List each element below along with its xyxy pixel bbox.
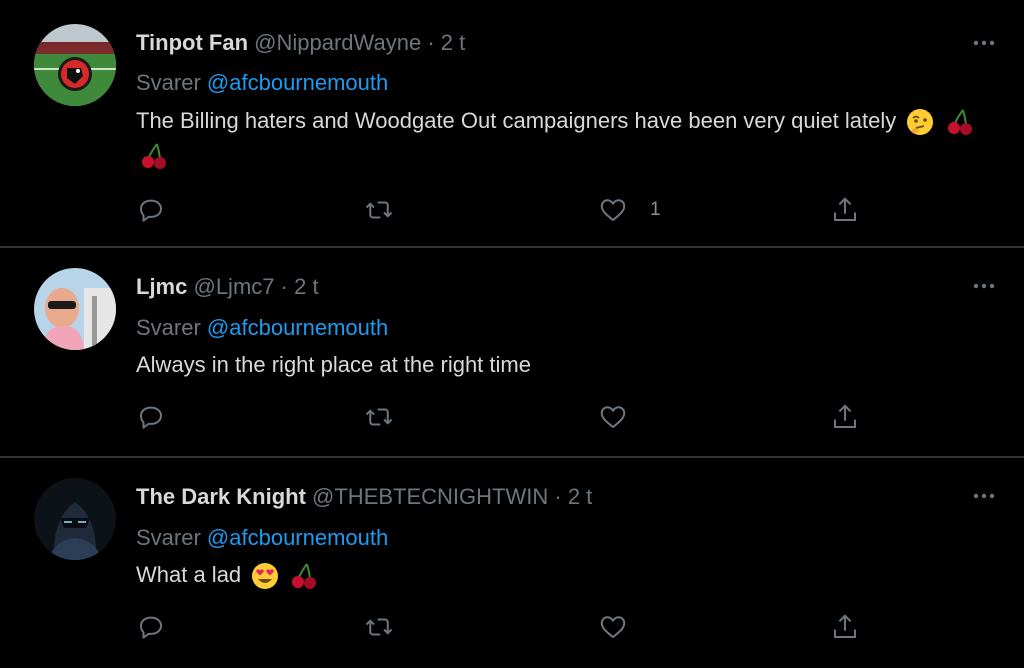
share-icon [834, 197, 856, 221]
display-name[interactable]: Ljmc [136, 274, 187, 299]
thinking-face-emoji [907, 109, 934, 136]
reply-feed: Tinpot Fan @NippardWayne · 2 t Svarer @a… [0, 0, 1024, 668]
cherries-emoji [142, 143, 166, 170]
heart-eyes-emoji [252, 563, 279, 590]
display-name[interactable]: Tinpot Fan [136, 30, 248, 55]
mention-link[interactable]: @afcbournemouth [207, 315, 388, 340]
tweet-text-content: The Billing haters and Woodgate Out camp… [136, 108, 897, 133]
share-button[interactable] [830, 195, 860, 225]
retweet-button[interactable] [364, 402, 394, 432]
like-button[interactable] [598, 612, 628, 642]
reply-button[interactable] [136, 195, 166, 225]
replying-to-label: Svarer [136, 70, 201, 95]
retweet-icon [365, 201, 393, 219]
retweet-button[interactable] [364, 612, 394, 642]
like-icon [600, 406, 626, 428]
share-icon [834, 404, 856, 428]
tweet-header: Tinpot Fan @NippardWayne · 2 t [136, 30, 465, 56]
reply-button[interactable] [136, 402, 166, 432]
stadium-avatar-image [34, 24, 116, 106]
more-options-icon[interactable] [972, 491, 996, 501]
tweet[interactable]: The Dark Knight @THEBTECNIGHTWIN · 2 t S… [0, 458, 1024, 668]
user-handle[interactable]: @Ljmc7 [193, 274, 274, 299]
replying-to: Svarer @afcbournemouth [136, 315, 388, 341]
separator-dot: · [427, 30, 435, 55]
tweet-text: The Billing haters and Woodgate Out camp… [136, 104, 996, 172]
tweet-header: Ljmc @Ljmc7 · 2 t [136, 274, 319, 300]
tweet[interactable]: Ljmc @Ljmc7 · 2 t Svarer @afcbournemouth… [0, 248, 1024, 458]
tweet[interactable]: Tinpot Fan @NippardWayne · 2 t Svarer @a… [0, 0, 1024, 248]
cherries-emoji [947, 109, 972, 136]
mention-link[interactable]: @afcbournemouth [207, 525, 388, 550]
tweet-actions [136, 402, 876, 432]
replying-to: Svarer @afcbournemouth [136, 525, 388, 551]
retweet-icon [365, 408, 393, 426]
display-name[interactable]: The Dark Knight [136, 484, 306, 509]
tweet-text: Always in the right place at the right t… [136, 348, 996, 382]
user-handle[interactable]: @THEBTECNIGHTWIN [312, 484, 548, 509]
more-options-icon[interactable] [972, 38, 996, 48]
reply-button[interactable] [136, 612, 166, 642]
share-icon [834, 614, 856, 638]
replying-to-label: Svarer [136, 315, 201, 340]
like-icon [600, 616, 626, 638]
masked-hero-avatar-image [34, 478, 116, 560]
timestamp[interactable]: 2 t [294, 274, 318, 299]
avatar[interactable] [34, 478, 116, 560]
like-button[interactable]: 1 [598, 195, 661, 225]
tweet-header: The Dark Knight @THEBTECNIGHTWIN · 2 t [136, 484, 592, 510]
avatar[interactable] [34, 24, 116, 106]
share-button[interactable] [830, 402, 860, 432]
timestamp[interactable]: 2 t [441, 30, 465, 55]
replying-to-label: Svarer [136, 525, 201, 550]
timestamp[interactable]: 2 t [568, 484, 592, 509]
tweet-actions: 1 [136, 195, 876, 225]
tweet-text-content: What a lad [136, 562, 242, 587]
mention-link[interactable]: @afcbournemouth [207, 70, 388, 95]
tweet-text-content: Always in the right place at the right t… [136, 352, 531, 377]
cherries-emoji [292, 563, 317, 590]
like-icon [600, 199, 626, 221]
avatar[interactable] [34, 268, 116, 350]
tweet-text: What a lad [136, 558, 996, 592]
share-button[interactable] [830, 612, 860, 642]
separator-dot: · [554, 484, 562, 509]
man-sunglasses-avatar-image [34, 268, 116, 350]
retweet-button[interactable] [364, 195, 394, 225]
replying-to: Svarer @afcbournemouth [136, 70, 388, 96]
like-count: 1 [650, 199, 661, 220]
retweet-icon [365, 618, 393, 636]
user-handle[interactable]: @NippardWayne [254, 30, 421, 55]
reply-icon [140, 406, 162, 429]
like-button[interactable] [598, 402, 628, 432]
separator-dot: · [280, 274, 288, 299]
reply-icon [140, 616, 162, 639]
reply-icon [140, 199, 162, 222]
more-options-icon[interactable] [972, 281, 996, 291]
tweet-actions [136, 612, 876, 642]
